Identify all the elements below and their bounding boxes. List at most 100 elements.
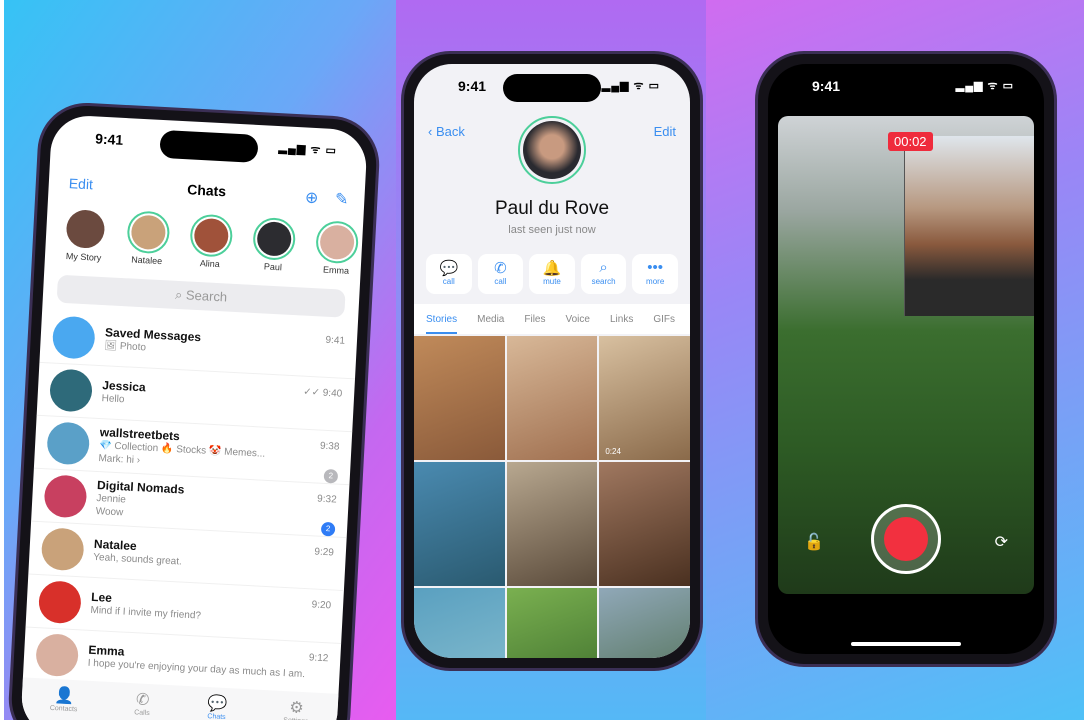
tab-voice[interactable]: Voice bbox=[566, 314, 590, 334]
chat-body: wallstreetbets 💎 Collection 🔥 Stocks 🤡 Me… bbox=[98, 426, 338, 477]
search-input[interactable]: ⌕ Search bbox=[56, 274, 346, 318]
tab-links[interactable]: Links bbox=[610, 314, 633, 334]
status-icons: ▂▄▆ ᯤ ▭ bbox=[601, 80, 660, 92]
chat-body: Lee Mind if I invite my friend? bbox=[90, 591, 329, 629]
unread-badge: 2 bbox=[323, 468, 339, 484]
story-item[interactable]: Natalee bbox=[122, 210, 174, 267]
call-icon: ✆ bbox=[494, 260, 507, 277]
profile-avatar[interactable] bbox=[518, 116, 586, 184]
media-thumbnail[interactable] bbox=[414, 336, 505, 460]
chat-time: 9:32 bbox=[316, 493, 337, 506]
action-label: search bbox=[591, 277, 616, 286]
chats-icon: 💬 bbox=[206, 695, 228, 714]
edit-button[interactable]: Edit bbox=[68, 175, 93, 192]
media-thumbnail[interactable] bbox=[414, 462, 505, 586]
panel-chats: 9:41 ▂▄▆ ᯤ ▭ Edit Chats ⊕ ✎ My Story Natal… bbox=[4, 0, 396, 720]
chat-body: Emma I hope you're enjoying your day as m… bbox=[87, 644, 326, 682]
video-duration: 0:24 bbox=[605, 447, 621, 456]
tab-stories[interactable]: Stories bbox=[426, 314, 458, 334]
compose-icon[interactable]: ✎ bbox=[334, 189, 349, 210]
panel-profile: 9:41 ▂▄▆ ᯤ ▭ ‹ Back Edit Paul du Rove las… bbox=[396, 0, 706, 720]
media-thumbnail[interactable] bbox=[414, 588, 505, 658]
chat-avatar bbox=[40, 527, 85, 572]
contacts-icon: 👤 bbox=[53, 687, 75, 706]
search-icon: ⌕ bbox=[599, 259, 608, 276]
action-label: call bbox=[442, 277, 455, 286]
story-name: Paul bbox=[263, 261, 283, 273]
media-thumbnail[interactable] bbox=[506, 588, 598, 658]
story-avatar bbox=[252, 216, 297, 262]
record-dot bbox=[884, 517, 928, 561]
chat-body: Natalee Yeah, sounds great. bbox=[93, 538, 332, 576]
chat-time: ✓✓ 9:40 bbox=[302, 386, 343, 400]
front-camera-pip[interactable] bbox=[904, 136, 1034, 316]
chat-avatar bbox=[46, 421, 91, 466]
story-name: Natalee bbox=[130, 254, 163, 267]
story-name: My Story bbox=[65, 251, 102, 263]
tab-chats[interactable]: 💬 Chats bbox=[205, 693, 228, 720]
tab-files[interactable]: Files bbox=[524, 314, 545, 334]
story-name: Emma bbox=[322, 264, 350, 276]
more-icon: ••• bbox=[647, 259, 664, 276]
tab-label: Calls bbox=[133, 709, 150, 718]
action-call-button[interactable]: ✆ call bbox=[477, 254, 524, 294]
status-time: 9:41 bbox=[458, 78, 487, 94]
phone-chats: 9:41 ▂▄▆ ᯤ ▭ Edit Chats ⊕ ✎ My Story Natal… bbox=[9, 103, 379, 720]
unread-badge: 2 bbox=[320, 521, 336, 537]
chat-avatar bbox=[51, 315, 96, 360]
status-icons: ▂▄▆ ᯤ ▭ bbox=[955, 80, 1014, 92]
media-thumbnail[interactable] bbox=[599, 462, 690, 586]
chat-meta: 9:29 bbox=[314, 546, 334, 558]
chat-meta: 9:20 bbox=[311, 599, 331, 611]
media-thumbnail[interactable] bbox=[599, 588, 690, 658]
chat-body: Saved Messages 🖼 Photo bbox=[104, 326, 343, 364]
chat-time: 9:41 bbox=[325, 334, 346, 347]
chat-body: Digital Nomads Jennie Woow bbox=[95, 479, 335, 530]
media-thumbnail[interactable]: 0:24 bbox=[599, 336, 690, 460]
plus-circle-icon[interactable]: ⊕ bbox=[304, 188, 319, 209]
phone-profile: 9:41 ▂▄▆ ᯤ ▭ ‹ Back Edit Paul du Rove las… bbox=[404, 54, 700, 668]
record-timer: 00:02 bbox=[888, 132, 933, 151]
chat-meta: ✓✓ 9:40 bbox=[303, 387, 343, 400]
story-avatar bbox=[62, 206, 108, 252]
home-indicator bbox=[851, 642, 961, 646]
action-more-button[interactable]: ••• more bbox=[632, 254, 678, 294]
chat-time: 9:20 bbox=[311, 599, 332, 612]
action-mute-button[interactable]: 🔔 mute bbox=[529, 254, 575, 294]
flip-camera-icon[interactable]: ⟳ bbox=[995, 532, 1008, 552]
tab-media[interactable]: Media bbox=[477, 314, 504, 334]
action-call-button[interactable]: 💬 call bbox=[426, 254, 472, 294]
chat-avatar bbox=[43, 474, 88, 519]
chat-avatar bbox=[35, 633, 80, 678]
mute-icon: 🔔 bbox=[542, 260, 562, 277]
story-item[interactable]: Paul bbox=[248, 216, 300, 274]
panel-video: 9:41 ▂▄▆ ᯤ ▭ 00:02 🔓 ⟳ bbox=[706, 0, 1084, 720]
story-item[interactable]: My Story bbox=[59, 206, 111, 264]
record-button[interactable] bbox=[871, 504, 941, 574]
last-seen: last seen just now bbox=[508, 224, 596, 236]
chat-meta: 9:32 2 bbox=[315, 494, 337, 537]
action-search-button[interactable]: ⌕ search bbox=[580, 254, 627, 294]
back-button[interactable]: ‹ Back bbox=[428, 124, 465, 139]
story-avatar bbox=[189, 213, 234, 258]
call-icon: 💬 bbox=[439, 260, 459, 277]
tab-label: Contacts bbox=[49, 704, 78, 714]
chat-body: Jessica Hello bbox=[101, 379, 340, 417]
media-thumbnail[interactable] bbox=[506, 462, 598, 586]
tab-contacts[interactable]: 👤 Contacts bbox=[48, 685, 78, 720]
tab-calls[interactable]: ✆ Calls bbox=[133, 689, 151, 720]
chat-meta: 9:41 bbox=[325, 335, 345, 347]
story-name: Alina bbox=[199, 258, 221, 270]
chat-meta: 9:12 bbox=[309, 652, 329, 664]
chat-meta: 9:38 2 bbox=[318, 441, 340, 484]
tab-gifs[interactable]: GIFs bbox=[653, 314, 675, 334]
profile-name: Paul du Rove bbox=[494, 198, 610, 219]
story-item[interactable]: Alina bbox=[185, 213, 237, 270]
edit-button[interactable]: Edit bbox=[654, 124, 676, 139]
story-item[interactable]: Emma bbox=[311, 220, 363, 277]
tab-label: Chats bbox=[207, 713, 226, 720]
chat-avatar bbox=[48, 368, 94, 413]
media-thumbnail[interactable] bbox=[506, 336, 598, 460]
tab-settings[interactable]: ⚙Settings bbox=[282, 697, 310, 720]
unlock-icon[interactable]: 🔓 bbox=[804, 532, 824, 552]
